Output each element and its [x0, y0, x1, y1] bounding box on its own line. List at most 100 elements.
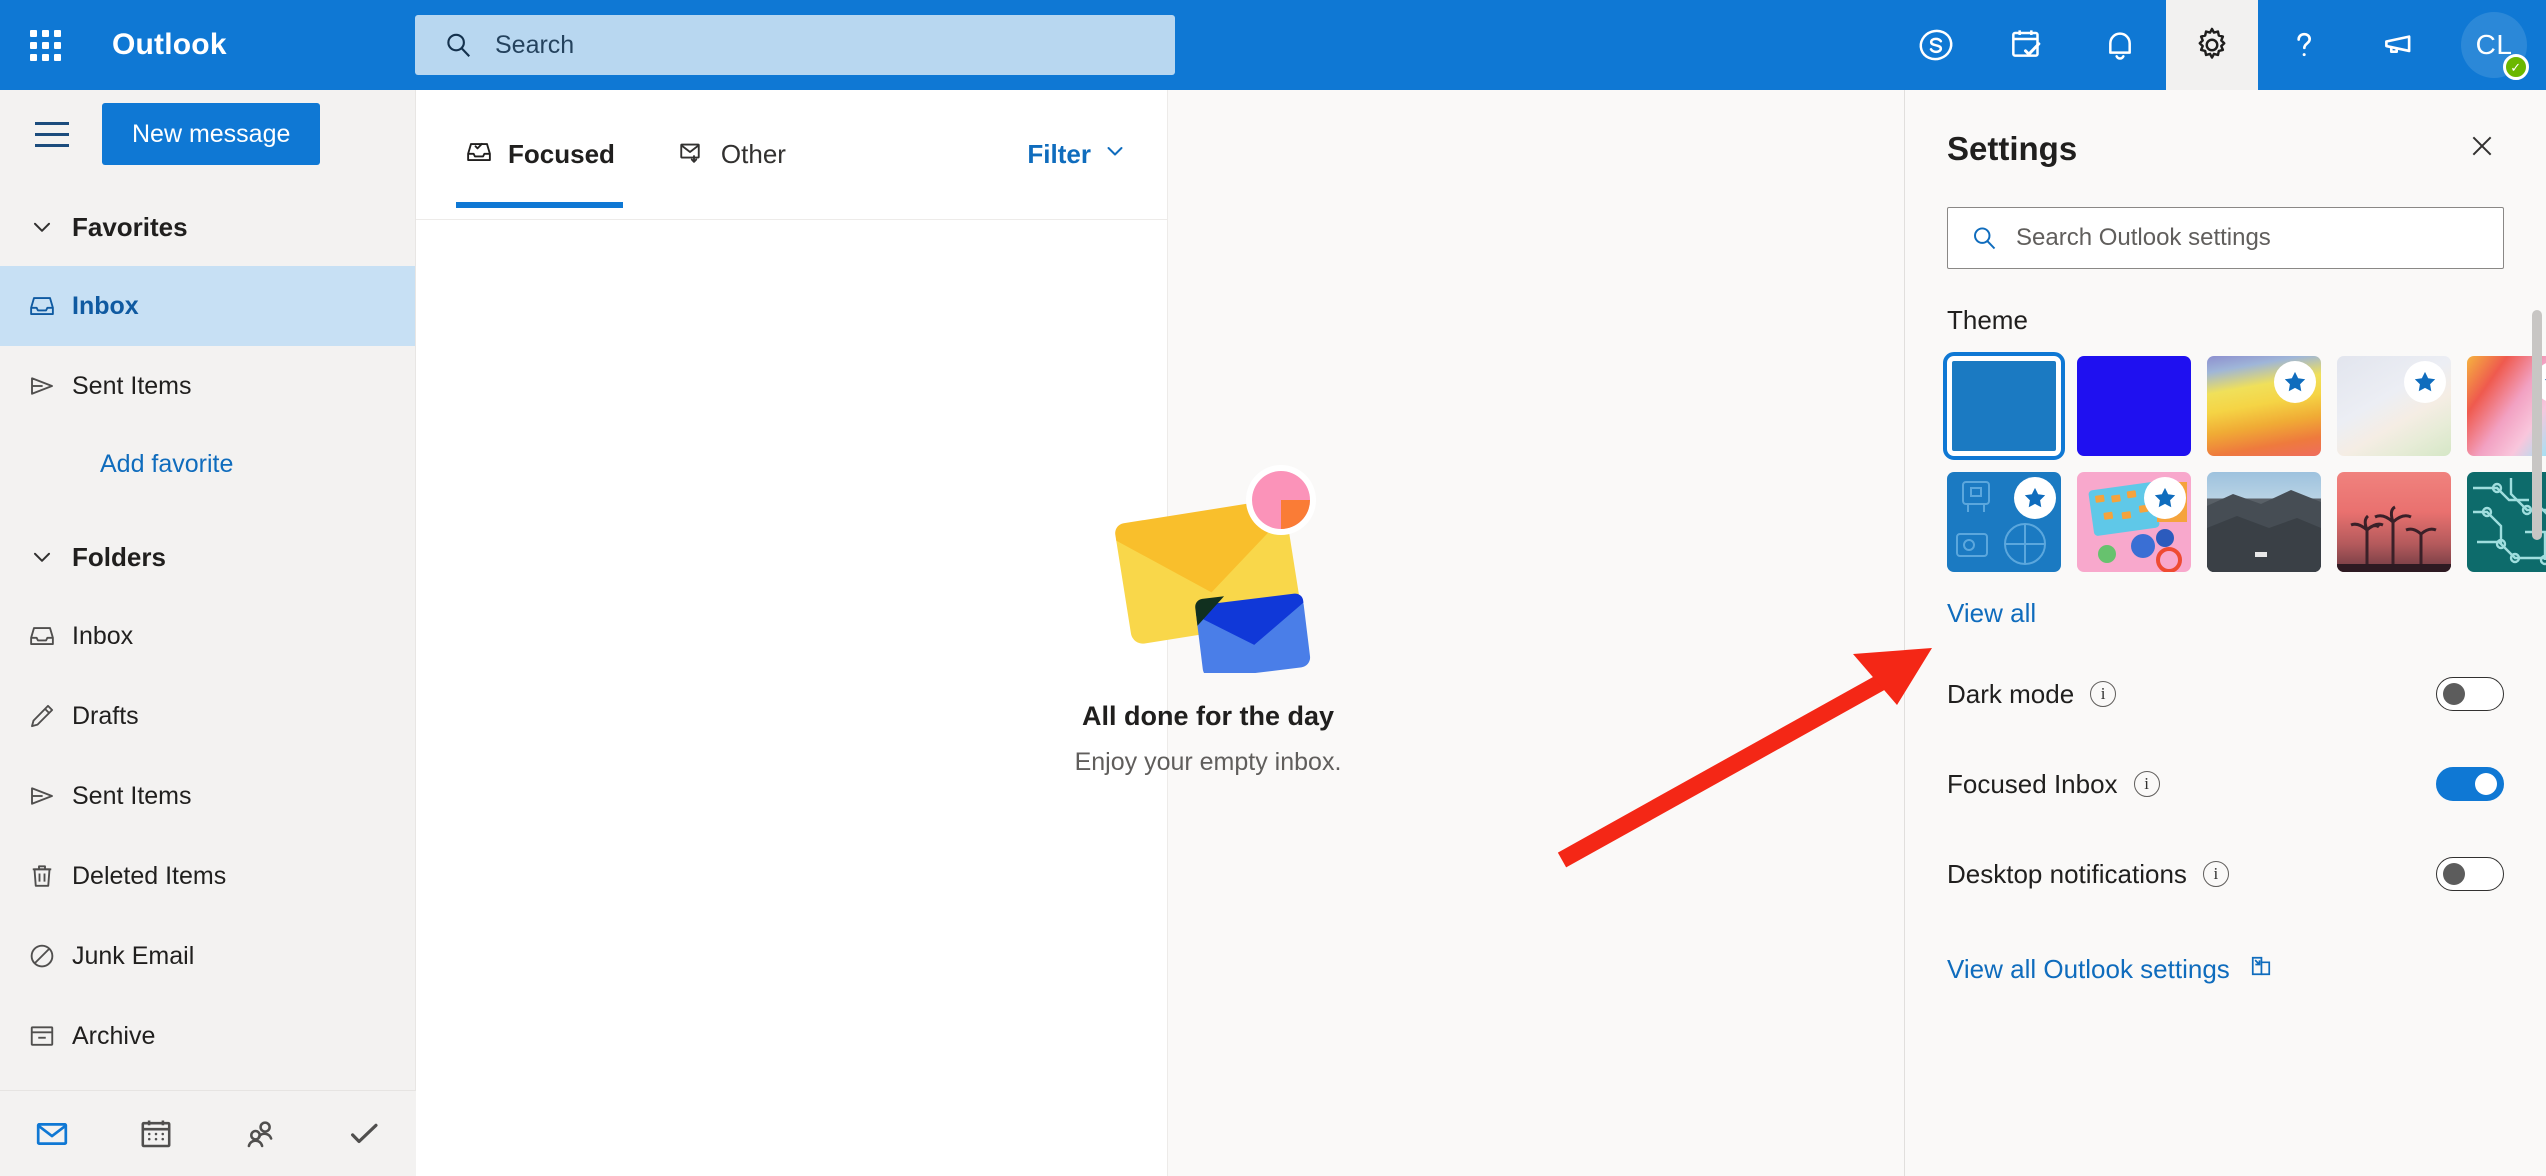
todo-check-icon[interactable]: [312, 1091, 416, 1176]
sidebar-item-drafts[interactable]: Drafts: [0, 676, 415, 756]
other-mail-icon: [677, 137, 707, 172]
send-icon: [12, 781, 72, 811]
app-launcher-icon[interactable]: [0, 0, 90, 90]
setting-label: Desktop notifications: [1947, 858, 2187, 889]
quick-settings-toggles: Dark mode i Focused Inbox i Desktop noti…: [1905, 649, 2546, 919]
theme-swatch-theme-bright-blue[interactable]: [2077, 356, 2191, 456]
sidebar-item-inbox-favorite[interactable]: Inbox: [0, 266, 415, 346]
search-icon: [443, 30, 473, 60]
view-all-outlook-settings-link[interactable]: View all Outlook settings: [1947, 953, 2546, 986]
premium-star-icon: [2274, 361, 2316, 403]
sidebar-item-archive[interactable]: Archive: [0, 996, 415, 1076]
sidebar-command-row: New message: [0, 90, 415, 178]
sidebar-item-label: Archive: [72, 1021, 156, 1050]
sidebar-item-label: Sent Items: [72, 781, 192, 810]
presence-badge-available: ✓: [2503, 54, 2529, 80]
sidebar-item-label: Junk Email: [72, 941, 195, 970]
people-icon[interactable]: [208, 1091, 312, 1176]
setting-row-focused-inbox: Focused Inbox i: [1905, 739, 2546, 829]
hamburger-menu-icon[interactable]: [24, 106, 80, 162]
block-icon: [12, 941, 72, 971]
theme-swatch-theme-mountain[interactable]: [2207, 472, 2321, 572]
tab-focused[interactable]: Focused: [456, 90, 623, 220]
info-icon[interactable]: i: [2202, 861, 2229, 887]
theme-swatch-theme-rainbow-stripes[interactable]: [2207, 356, 2321, 456]
premium-star-icon: [2014, 477, 2056, 519]
bottom-app-nav: [0, 1090, 416, 1176]
calendar-icon[interactable]: [104, 1091, 208, 1176]
mail-icon[interactable]: [0, 1091, 104, 1176]
header-icon-group: CL ✓: [1890, 0, 2546, 90]
theme-swatch-theme-blueprint[interactable]: [1947, 472, 2061, 572]
theme-section-label: Theme: [1947, 305, 2028, 335]
premium-star-icon: [2404, 361, 2446, 403]
theme-swatch-grid: [1943, 352, 2546, 572]
inbox-icon: [12, 621, 72, 651]
sidebar-item-label: Drafts: [72, 701, 139, 730]
folder-navigation: Favorites Inbox Sent Items Add favorite …: [0, 178, 415, 1076]
sidebar-item-junk-email[interactable]: Junk Email: [0, 916, 415, 996]
avatar[interactable]: CL ✓: [2442, 0, 2546, 90]
sidebar-item-sent-items[interactable]: Sent Items: [0, 756, 415, 836]
dark-mode-toggle[interactable]: [2436, 677, 2504, 711]
favorites-label: Favorites: [72, 211, 188, 242]
search-input[interactable]: [495, 30, 1175, 60]
info-icon[interactable]: i: [2090, 681, 2117, 707]
sidebar-item-label: Inbox: [72, 621, 134, 650]
empty-state-title: All done for the day: [1081, 701, 1335, 731]
theme-swatch-theme-white-ribbons[interactable]: [2337, 356, 2451, 456]
empty-inbox-state: All done for the day Enjoy your empty in…: [748, 90, 1668, 1110]
settings-scrollbar-thumb[interactable]: [2532, 310, 2542, 540]
help-icon[interactable]: [2258, 0, 2350, 90]
new-message-button[interactable]: New message: [102, 103, 321, 165]
pencil-icon: [12, 701, 72, 731]
theme-swatch-theme-toys-pink[interactable]: [2077, 472, 2191, 572]
focused-inbox-toggle[interactable]: [2436, 767, 2504, 801]
search-icon: [1970, 224, 1998, 252]
global-search-box[interactable]: [415, 15, 1175, 75]
calendar-check-icon[interactable]: [1982, 0, 2074, 90]
tab-label: Focused: [508, 139, 615, 169]
trash-icon: [12, 861, 72, 891]
settings-search-box[interactable]: [1947, 207, 2504, 269]
send-icon: [12, 371, 72, 401]
folders-label: Folders: [72, 541, 166, 572]
left-sidebar: New message Favorites Inbox Sent Items A…: [0, 90, 416, 1176]
bell-icon[interactable]: [2074, 0, 2166, 90]
theme-swatch-theme-blue-default[interactable]: [1943, 352, 2065, 460]
megaphone-icon[interactable]: [2350, 0, 2442, 90]
setting-row-dark-mode: Dark mode i: [1905, 649, 2546, 739]
info-icon[interactable]: i: [2133, 771, 2160, 797]
empty-inbox-illustration: [1063, 423, 1353, 679]
waffle-grid: [29, 29, 61, 61]
settings-search-input[interactable]: [2016, 224, 2503, 252]
archive-icon: [12, 1021, 72, 1051]
favorites-group-header[interactable]: Favorites: [0, 188, 415, 266]
sidebar-item-deleted-items[interactable]: Deleted Items: [0, 836, 415, 916]
sidebar-item-label: Sent Items: [72, 371, 192, 400]
outlook-web-app: Outlook Search CL ✓ New message Favorite…: [0, 0, 2546, 1176]
empty-state-subtitle: Enjoy your empty inbox.: [1074, 748, 1342, 776]
add-favorite-link[interactable]: Add favorite: [0, 426, 415, 502]
settings-title: Settings: [1947, 129, 2078, 167]
inbox-icon: [12, 291, 72, 321]
theme-swatch-theme-palm-sunset[interactable]: [2337, 472, 2451, 572]
setting-row-desktop-notifications: Desktop notifications i: [1905, 829, 2546, 919]
sidebar-item-sent-favorite[interactable]: Sent Items: [0, 346, 415, 426]
desktop-notifications-toggle[interactable]: [2436, 857, 2504, 891]
skype-icon[interactable]: [1890, 0, 1982, 90]
app-header: Outlook Search CL ✓: [0, 0, 2546, 90]
settings-panel: Settings Theme: [1904, 90, 2546, 1176]
sidebar-item-inbox[interactable]: Inbox: [0, 596, 415, 676]
settings-header: Settings: [1905, 90, 2546, 173]
reading-pane: All done for the day Enjoy your empty in…: [1075, 90, 1904, 1176]
gear-icon[interactable]: [2166, 0, 2258, 90]
sidebar-item-label: Deleted Items: [72, 861, 227, 890]
close-icon[interactable]: [2460, 124, 2504, 173]
open-in-new-window-icon: [2248, 953, 2274, 986]
avatar-circle: CL ✓: [2461, 12, 2529, 80]
app-brand-title[interactable]: Outlook: [112, 28, 227, 62]
view-all-themes-link[interactable]: View all: [1947, 598, 2036, 629]
chevron-down-icon: [12, 544, 72, 570]
folders-group-header[interactable]: Folders: [0, 518, 415, 596]
